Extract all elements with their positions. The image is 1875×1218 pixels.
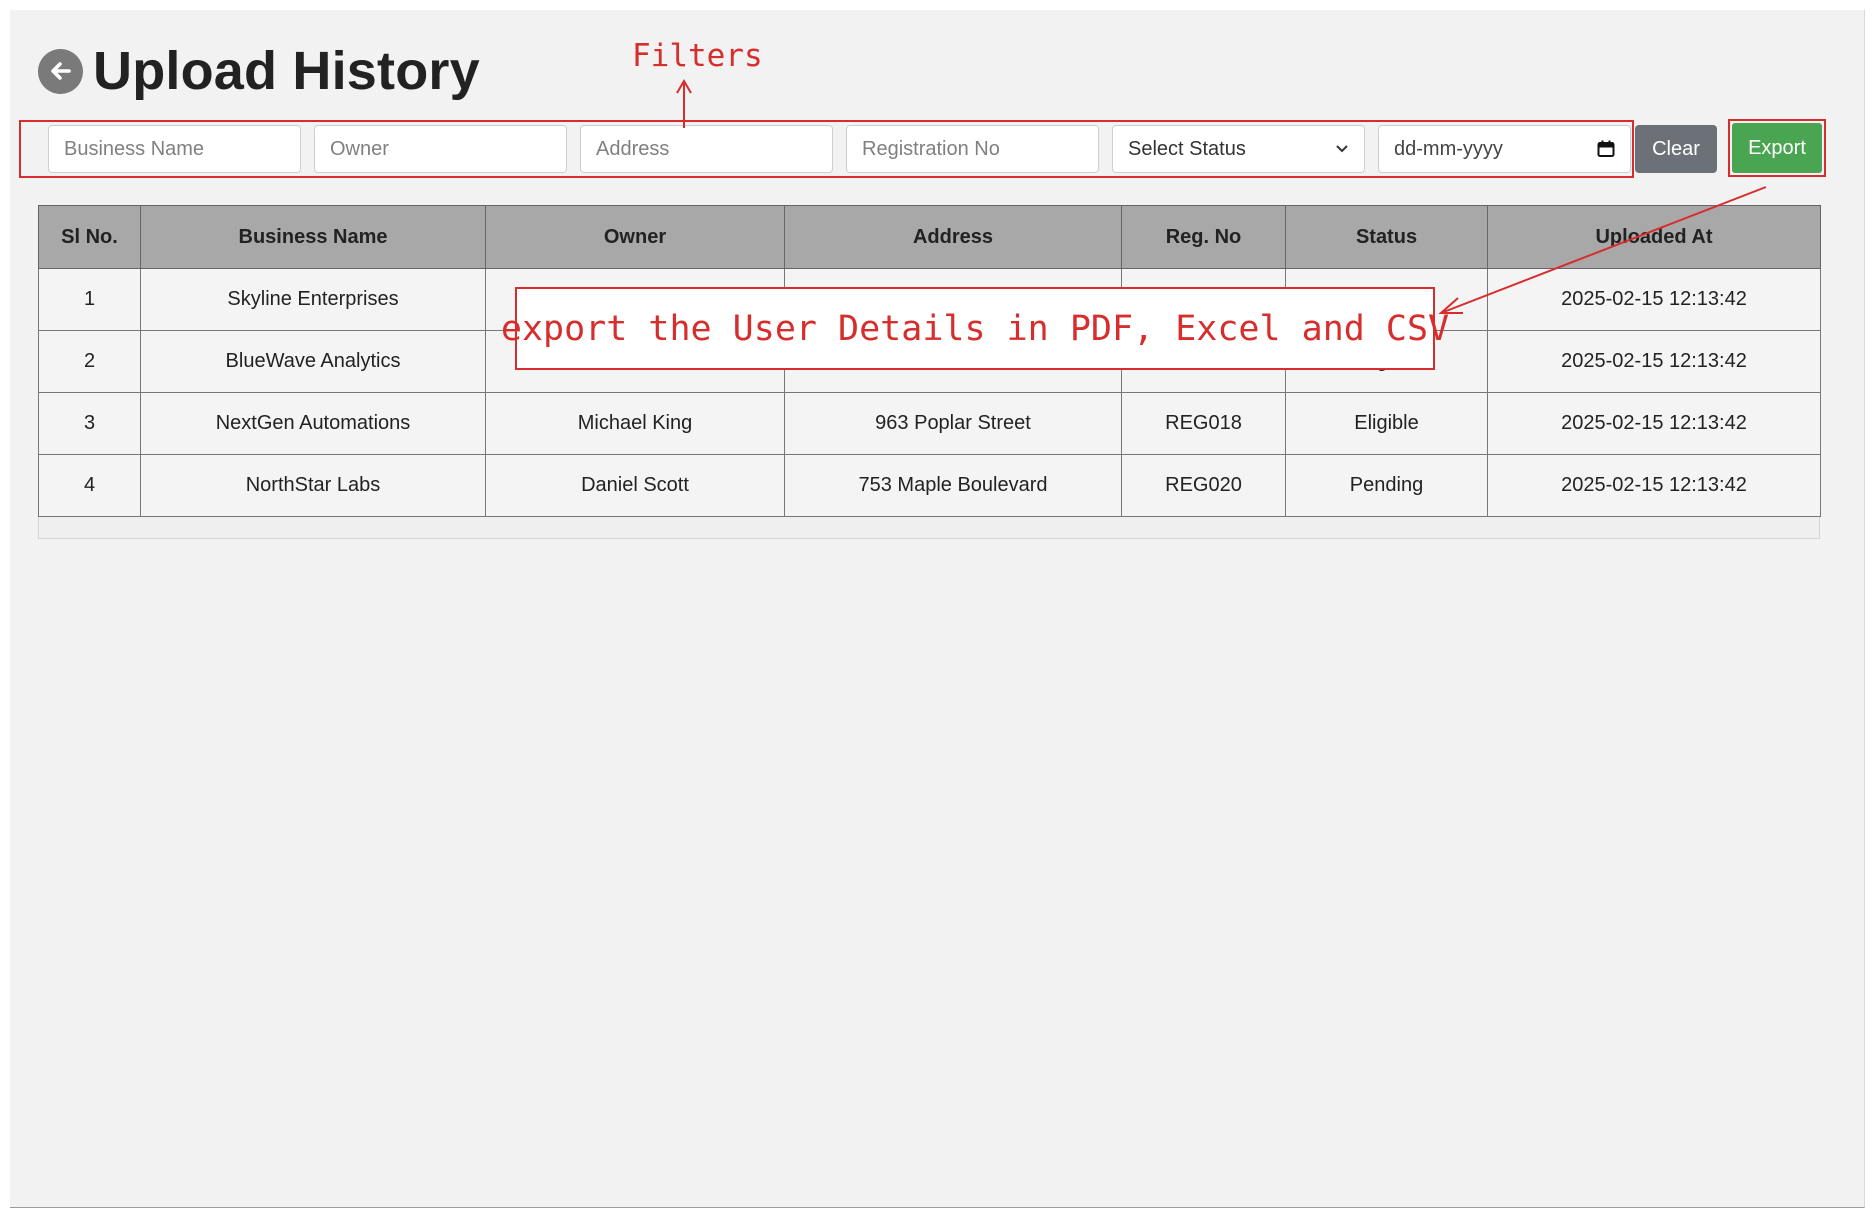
page-header: Upload History <box>38 36 480 106</box>
cell-status: Pending <box>1285 454 1488 517</box>
cell-address: 963 Poplar Street <box>784 392 1122 455</box>
cell-uploaded-at: 2025-02-15 12:13:42 <box>1487 330 1821 393</box>
business-name-filter[interactable] <box>48 125 301 173</box>
chevron-down-icon <box>1336 145 1348 153</box>
column-header-business-name[interactable]: Business Name <box>140 205 486 269</box>
cell-business-name: NorthStar Labs <box>140 454 486 517</box>
cell-sl-no: 3 <box>38 392 141 455</box>
arrow-left-icon <box>50 62 71 80</box>
cell-sl-no: 1 <box>38 268 141 331</box>
cell-business-name: Skyline Enterprises <box>140 268 486 331</box>
owner-filter[interactable] <box>314 125 567 173</box>
page-title: Upload History <box>93 41 480 101</box>
cell-sl-no: 2 <box>38 330 141 393</box>
column-header-sl-no[interactable]: Sl No. <box>38 205 141 269</box>
registration-filter[interactable] <box>846 125 1099 173</box>
column-header-owner[interactable]: Owner <box>485 205 785 269</box>
address-input[interactable] <box>596 137 817 161</box>
cell-uploaded-at: 2025-02-15 12:13:42 <box>1487 268 1821 331</box>
export-annotation-callout: export the User Details in PDF, Excel an… <box>501 287 1449 370</box>
registration-input[interactable] <box>862 137 1083 161</box>
calendar-icon[interactable] <box>1597 140 1615 158</box>
cell-status: Eligible <box>1285 392 1488 455</box>
date-placeholder: dd-mm-yyyy <box>1394 137 1503 160</box>
table-header-row: Sl No. Business Name Owner Address Reg. … <box>38 205 1821 269</box>
export-button[interactable]: Export <box>1732 123 1822 173</box>
cell-reg-no: REG018 <box>1121 392 1286 455</box>
table-row[interactable]: 3 NextGen Automations Michael King 963 P… <box>38 392 1821 455</box>
clear-button[interactable]: Clear <box>1635 125 1717 173</box>
filters-annotation-label: Filters <box>632 38 763 74</box>
table-footer <box>38 517 1820 539</box>
cell-uploaded-at: 2025-02-15 12:13:42 <box>1487 392 1821 455</box>
date-filter[interactable]: dd-mm-yyyy <box>1378 125 1631 173</box>
cell-reg-no: REG020 <box>1121 454 1286 517</box>
back-button[interactable] <box>38 48 83 94</box>
page-background <box>10 10 1865 1208</box>
table-row[interactable]: 4 NorthStar Labs Daniel Scott 753 Maple … <box>38 454 1821 517</box>
upload-history-table-container: Sl No. Business Name Owner Address Reg. … <box>38 205 1821 539</box>
cell-business-name: NextGen Automations <box>140 392 486 455</box>
cell-business-name: BlueWave Analytics <box>140 330 486 393</box>
column-header-uploaded-at[interactable]: Uploaded At <box>1487 205 1821 269</box>
status-select[interactable]: Select Status <box>1112 125 1365 173</box>
cell-owner: Daniel Scott <box>485 454 785 517</box>
owner-input[interactable] <box>330 137 551 161</box>
cell-sl-no: 4 <box>38 454 141 517</box>
cell-owner: Michael King <box>485 392 785 455</box>
column-header-reg-no[interactable]: Reg. No <box>1121 205 1286 269</box>
column-header-address[interactable]: Address <box>784 205 1122 269</box>
cell-uploaded-at: 2025-02-15 12:13:42 <box>1487 454 1821 517</box>
address-filter[interactable] <box>580 125 833 173</box>
column-header-status[interactable]: Status <box>1285 205 1488 269</box>
business-name-input[interactable] <box>64 137 285 161</box>
status-select-value: Select Status <box>1128 137 1246 160</box>
cell-address: 753 Maple Boulevard <box>784 454 1122 517</box>
